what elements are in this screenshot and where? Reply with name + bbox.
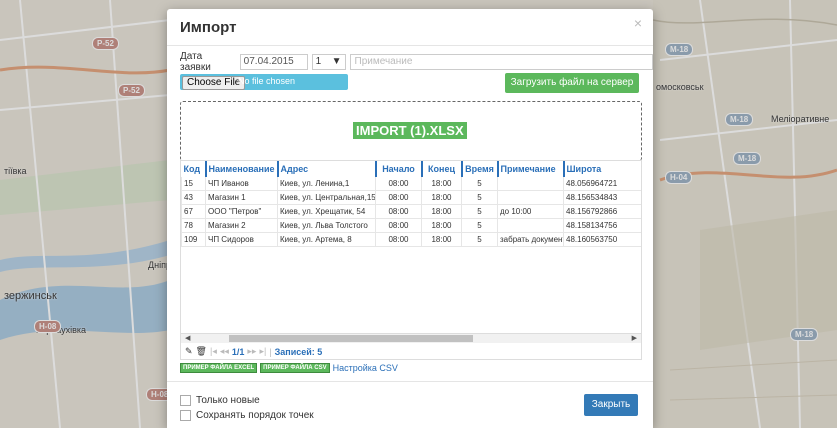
column-header[interactable]: Адрес xyxy=(276,161,376,177)
date-label: Дата заявки xyxy=(180,51,211,73)
cell: 48.156534843 xyxy=(563,190,641,205)
cell: 48.160563750 xyxy=(563,232,641,247)
page-indicator: 1/1 xyxy=(231,346,245,357)
keep-order-checkbox[interactable]: Сохранять порядок точек xyxy=(180,410,314,421)
last-page-icon[interactable]: ▸| xyxy=(259,346,266,357)
cell: Киев, ул. Хрещатик, 54 xyxy=(277,204,376,219)
cell: ЧП Сидоров xyxy=(205,232,278,247)
cell: 5 xyxy=(461,218,498,233)
column-header[interactable]: Код xyxy=(182,161,206,177)
header-divider xyxy=(167,45,653,46)
cell: 08:00 xyxy=(375,177,422,191)
cell: Киев, ул. Центральная,15 xyxy=(277,190,376,205)
next-page-icon[interactable]: ▸▸ xyxy=(247,346,256,357)
request-row: Дата заявки 07.04.2015 1 ▼ Примечание xyxy=(180,51,653,73)
dialog-title: Импорт xyxy=(180,19,237,36)
cell: 48.156792866 xyxy=(563,204,641,219)
first-page-icon[interactable]: |◂ xyxy=(210,346,217,357)
checkbox-box[interactable] xyxy=(180,410,191,421)
table-row[interactable]: 43 Магазин 1 Киев, ул. Центральная,15 08… xyxy=(181,190,641,205)
cell: 15 xyxy=(181,177,206,191)
cell: 18:00 xyxy=(421,204,462,219)
cell: 78 xyxy=(181,218,206,233)
cell: забрать документы xyxy=(497,232,564,247)
scroll-left-icon[interactable]: ◀ xyxy=(185,334,190,342)
cell: 48.158134756 xyxy=(563,218,641,233)
choose-file-button[interactable]: Choose File xyxy=(182,76,246,90)
cell xyxy=(497,218,564,233)
number-select[interactable]: 1 ▼ xyxy=(311,54,346,70)
horizontal-scrollbar[interactable]: ◀ ▶ xyxy=(181,333,641,343)
cell: 08:00 xyxy=(375,204,422,219)
close-button[interactable]: Закрыть xyxy=(584,394,638,416)
csv-settings-link[interactable]: Настройка CSV xyxy=(333,363,398,373)
sample-links: ПРИМЕР ФАЙЛА EXCEL ПРИМЕР ФАЙЛА CSV Наст… xyxy=(180,363,398,373)
table-row[interactable]: 109 ЧП Сидоров Киев, ул. Артема, 8 08:00… xyxy=(181,232,641,247)
caret-down-icon: ▼ xyxy=(331,56,342,67)
excel-sample-link[interactable]: ПРИМЕР ФАЙЛА EXCEL xyxy=(180,363,258,373)
keep-order-label: Сохранять порядок точек xyxy=(196,410,314,421)
number-select-value: 1 xyxy=(315,56,322,67)
cell: 18:00 xyxy=(421,232,462,247)
cell: Киев, ул. Льва Толстого xyxy=(277,218,376,233)
column-header[interactable]: Начало xyxy=(374,161,422,177)
table-header-row: Код Наименование Адрес Начало Конец Врем… xyxy=(182,161,641,177)
date-input[interactable]: 07.04.2015 xyxy=(239,54,308,70)
cell: 5 xyxy=(461,190,498,205)
prev-page-icon[interactable]: ◂◂ xyxy=(220,346,229,357)
cell: 18:00 xyxy=(421,218,462,233)
column-header[interactable]: Время xyxy=(460,161,498,177)
file-input[interactable]: Choose File No file chosen xyxy=(180,74,348,90)
pager-divider: | xyxy=(269,346,272,357)
cell: 43 xyxy=(181,190,206,205)
cell: 5 xyxy=(461,177,498,191)
column-header[interactable]: Широта xyxy=(562,161,641,177)
scrollbar-thumb[interactable] xyxy=(229,335,473,342)
cell: 18:00 xyxy=(421,177,462,191)
pager: ✎ 🗑 |◂ ◂◂ 1/1 ▸▸ ▸| | Записей: 5 xyxy=(185,346,322,357)
cell: Магазин 2 xyxy=(205,218,278,233)
import-table: Код Наименование Адрес Начало Конец Врем… xyxy=(181,161,641,247)
cell: 5 xyxy=(461,204,498,219)
edit-icon[interactable]: ✎ xyxy=(185,346,193,357)
file-drop-zone[interactable]: IMPORT (1).XLSX xyxy=(180,101,642,161)
cell: ЧП Иванов xyxy=(205,177,278,191)
cell: 109 xyxy=(181,232,206,247)
uploaded-file-name: IMPORT (1).XLSX xyxy=(353,122,467,139)
column-header[interactable]: Примечание xyxy=(496,161,564,177)
import-dialog: Импорт × Дата заявки 07.04.2015 1 ▼ Прим… xyxy=(167,9,653,428)
records-count: Записей: 5 xyxy=(274,346,323,357)
cell: Магазин 1 xyxy=(205,190,278,205)
cell: 5 xyxy=(461,232,498,247)
csv-sample-link[interactable]: ПРИМЕР ФАЙЛА CSV xyxy=(260,363,330,373)
column-header[interactable]: Наименование xyxy=(204,161,278,177)
trash-icon[interactable]: 🗑 xyxy=(196,346,207,357)
cell: 08:00 xyxy=(375,218,422,233)
table-row[interactable]: 15 ЧП Иванов Киев, ул. Ленина,1 08:00 18… xyxy=(181,177,641,191)
table-row[interactable]: 67 ООО "Петров" Киев, ул. Хрещатик, 54 0… xyxy=(181,204,641,219)
cell: 08:00 xyxy=(375,232,422,247)
note-input[interactable]: Примечание xyxy=(349,54,653,70)
cell xyxy=(497,177,564,191)
only-new-label: Только новые xyxy=(196,395,260,406)
cell xyxy=(497,190,564,205)
cell: 08:00 xyxy=(375,190,422,205)
upload-button[interactable]: Загрузить файл на сервер xyxy=(505,73,639,93)
cell: Киев, ул. Ленина,1 xyxy=(277,177,376,191)
cell: 18:00 xyxy=(421,190,462,205)
cell: 67 xyxy=(181,204,206,219)
file-status: No file chosen xyxy=(238,76,296,86)
table-row[interactable]: 78 Магазин 2 Киев, ул. Льва Толстого 08:… xyxy=(181,218,641,233)
cell: Киев, ул. Артема, 8 xyxy=(277,232,376,247)
scroll-right-icon[interactable]: ▶ xyxy=(632,334,637,342)
checkbox-box[interactable] xyxy=(180,395,191,406)
cell: 48.056964721 xyxy=(563,177,641,191)
column-header[interactable]: Конец xyxy=(420,161,462,177)
cell: ООО "Петров" xyxy=(205,204,278,219)
footer-divider xyxy=(167,381,653,382)
close-icon[interactable]: × xyxy=(634,15,642,31)
cell: до 10:00 xyxy=(497,204,564,219)
import-grid: Код Наименование Адрес Начало Конец Врем… xyxy=(180,160,642,360)
only-new-checkbox[interactable]: Только новые xyxy=(180,395,260,406)
